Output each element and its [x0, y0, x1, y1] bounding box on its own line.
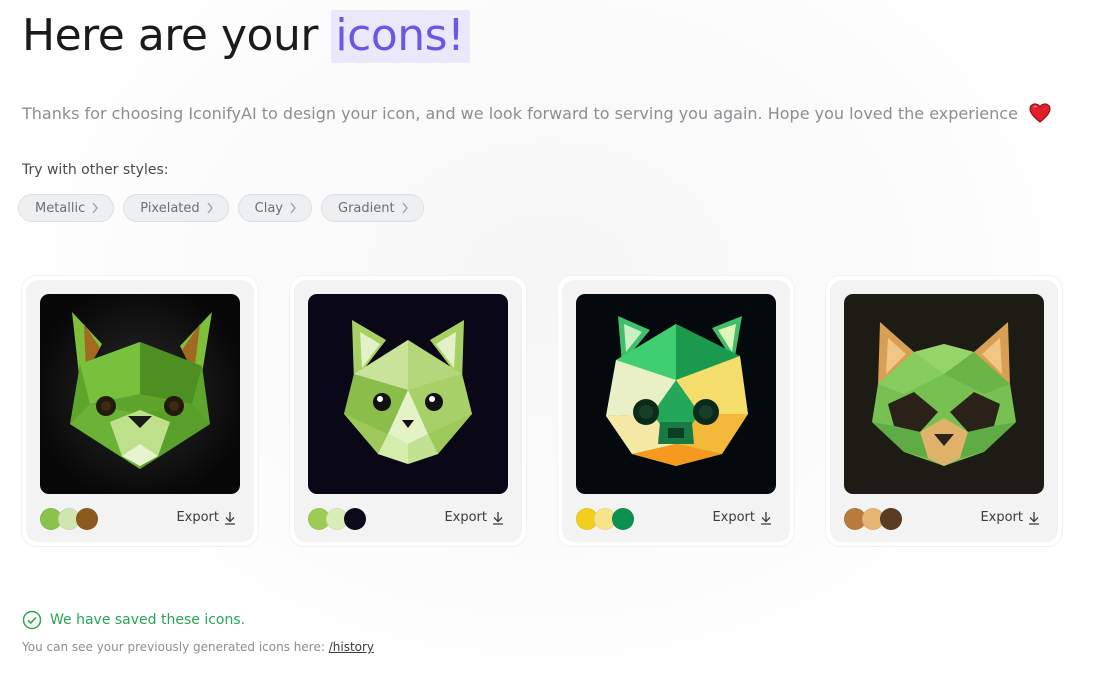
color-swatches: [40, 508, 98, 530]
color-swatch: [880, 508, 902, 530]
green-raccoon-icon[interactable]: [844, 294, 1044, 494]
color-swatch: [344, 508, 366, 530]
download-icon: [761, 511, 771, 525]
color-swatches: [844, 508, 902, 530]
chip-clay[interactable]: Clay: [237, 194, 313, 222]
icon-card: Export: [826, 276, 1062, 546]
chip-label: Metallic: [35, 200, 86, 216]
saved-message: We have saved these icons.: [50, 612, 246, 628]
export-button[interactable]: Export: [712, 510, 772, 525]
icon-card-inner: Export: [830, 280, 1058, 542]
chip-gradient[interactable]: Gradient: [321, 194, 424, 222]
icon-card-inner: Export: [26, 280, 254, 542]
chevron-right-icon: [402, 202, 408, 214]
try-styles-label: Try with other styles:: [22, 162, 169, 178]
history-note: You can see your previously generated ic…: [22, 640, 374, 654]
export-button[interactable]: Export: [980, 510, 1040, 525]
icon-card: Export: [22, 276, 258, 546]
download-icon: [225, 511, 235, 525]
export-label: Export: [980, 510, 1023, 525]
chip-metallic[interactable]: Metallic: [18, 194, 115, 222]
title-prefix: Here are your: [22, 10, 318, 61]
thank-you-message: Thanks for choosing IconifyAI to design …: [22, 103, 1051, 125]
color-swatches: [308, 508, 366, 530]
saved-confirmation: We have saved these icons.: [22, 610, 245, 630]
style-chips: Metallic Pixelated Clay Gradient: [18, 194, 424, 222]
green-fox-icon[interactable]: [40, 294, 240, 494]
page-title: Here are your icons!: [22, 6, 471, 66]
color-swatch: [76, 508, 98, 530]
heart-icon: [1029, 103, 1051, 123]
history-text: You can see your previously generated ic…: [22, 640, 325, 654]
export-label: Export: [444, 510, 487, 525]
icon-card-inner: Export: [562, 280, 790, 542]
export-button[interactable]: Export: [444, 510, 504, 525]
chevron-right-icon: [290, 202, 296, 214]
color-swatch: [612, 508, 634, 530]
check-circle-icon: [22, 610, 42, 630]
download-icon: [1029, 511, 1039, 525]
export-button[interactable]: Export: [176, 510, 236, 525]
chevron-right-icon: [207, 202, 213, 214]
chip-label: Gradient: [338, 200, 395, 216]
download-icon: [493, 511, 503, 525]
history-link[interactable]: /history: [329, 640, 374, 654]
icon-card: Export: [558, 276, 794, 546]
color-swatches: [576, 508, 634, 530]
chip-label: Pixelated: [140, 200, 200, 216]
export-label: Export: [712, 510, 755, 525]
chevron-right-icon: [92, 202, 99, 214]
green-cat-icon[interactable]: [308, 294, 508, 494]
icon-card: Export: [290, 276, 526, 546]
title-highlight: icons!: [331, 10, 471, 63]
chip-label: Clay: [254, 200, 284, 216]
export-label: Export: [176, 510, 219, 525]
chip-pixelated[interactable]: Pixelated: [123, 194, 229, 222]
green-squirrel-icon[interactable]: [576, 294, 776, 494]
icon-card-inner: Export: [294, 280, 522, 542]
subtitle-text: Thanks for choosing IconifyAI to design …: [22, 104, 1018, 123]
